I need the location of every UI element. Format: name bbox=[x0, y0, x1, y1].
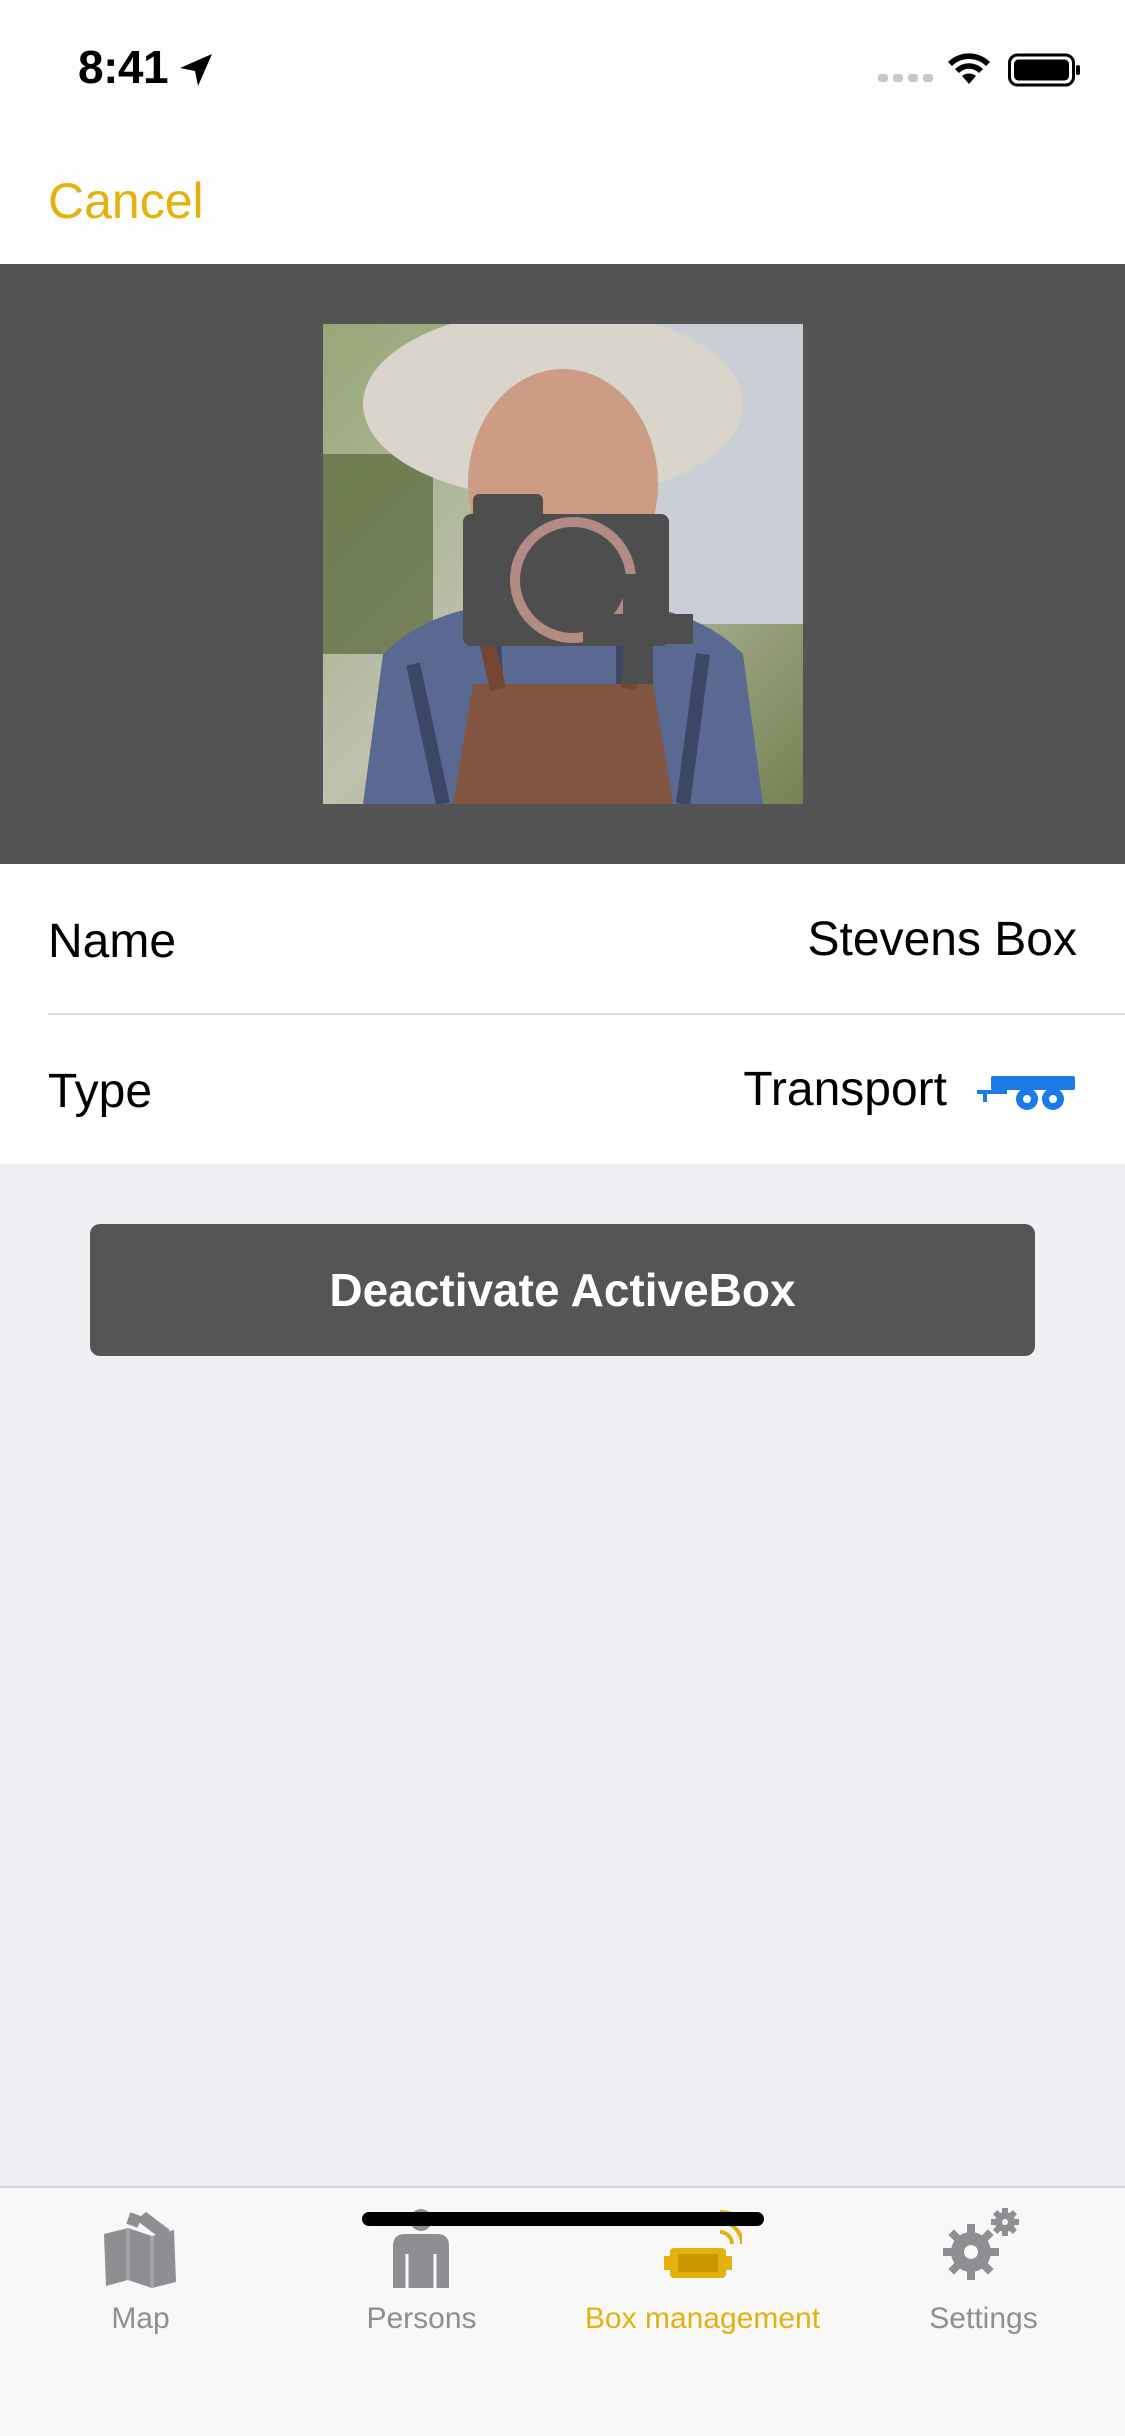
cancel-button[interactable]: Cancel bbox=[48, 172, 204, 230]
home-indicator bbox=[362, 2212, 764, 2226]
battery-icon bbox=[1008, 53, 1080, 87]
type-row[interactable]: Type Transport bbox=[0, 1014, 1125, 1164]
location-arrow-icon bbox=[180, 54, 212, 86]
tab-map-label: Map bbox=[111, 2302, 170, 2335]
tab-box-management-label: Box management bbox=[584, 2302, 821, 2335]
photo-header bbox=[0, 264, 1125, 864]
tab-settings-label: Settings bbox=[929, 2302, 1038, 2335]
camera-plus-icon[interactable] bbox=[463, 474, 693, 684]
deactivate-activebox-button[interactable]: Deactivate ActiveBox bbox=[90, 1224, 1035, 1356]
navigation-bar: Cancel bbox=[0, 132, 1125, 264]
tab-persons-label: Persons bbox=[366, 2302, 477, 2335]
status-time: 8:41 bbox=[78, 41, 169, 93]
wifi-icon bbox=[948, 53, 990, 84]
map-icon bbox=[104, 2212, 176, 2288]
type-value: Transport bbox=[743, 1063, 947, 1116]
name-value: Stevens Box bbox=[807, 913, 1077, 966]
status-bar: 8:41 bbox=[0, 0, 1125, 132]
name-row[interactable]: Name Stevens Box bbox=[0, 864, 1125, 1015]
signal-icon bbox=[878, 74, 933, 82]
box-details-form: Name Stevens Box Type Transport bbox=[0, 864, 1125, 1164]
name-label: Name bbox=[48, 915, 177, 968]
trailer-icon bbox=[977, 1076, 1075, 1110]
box-edit-screen: 8:41 Cancel Name Stevens Box Type Transp… bbox=[0, 0, 1125, 2436]
gear-icon bbox=[943, 2208, 1019, 2280]
box-photo[interactable] bbox=[323, 324, 803, 804]
tab-settings[interactable]: Settings bbox=[843, 2188, 1124, 2368]
type-label: Type bbox=[48, 1065, 153, 1118]
tab-map[interactable]: Map bbox=[0, 2188, 281, 2368]
